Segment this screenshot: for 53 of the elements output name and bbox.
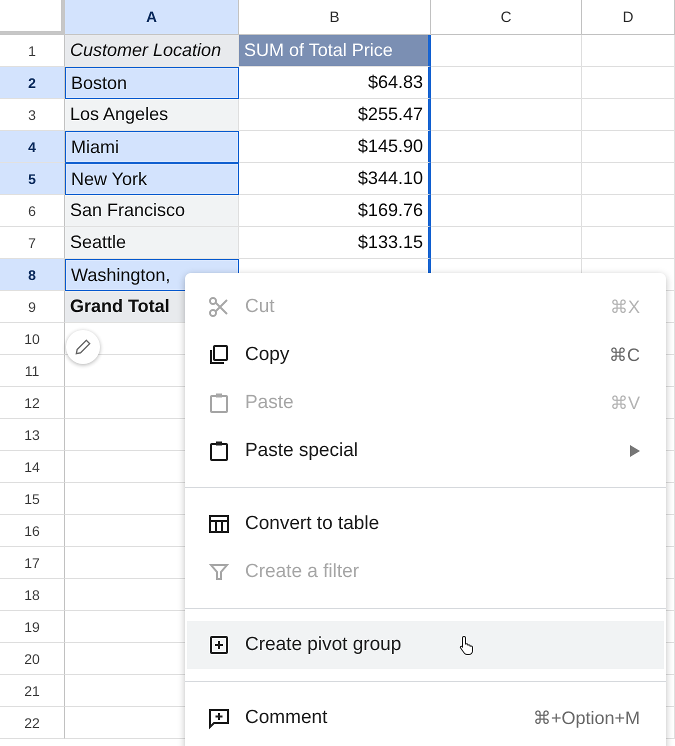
row-header[interactable]: 18: [0, 579, 65, 611]
table-cell: Miami: [65, 131, 239, 163]
row-header[interactable]: 4: [0, 131, 65, 163]
table-cell: $169.76: [239, 195, 431, 227]
row-header[interactable]: 14: [0, 451, 65, 483]
menu-item[interactable]: Convert to table: [187, 500, 664, 548]
menu-item[interactable]: Paste special: [187, 427, 664, 475]
table-icon: [207, 512, 231, 536]
table-cell: $133.15: [239, 227, 431, 259]
table-cell: Customer Location: [65, 35, 239, 67]
column-header[interactable]: A: [65, 0, 239, 35]
hand-cursor-icon: [459, 635, 475, 655]
table-cell: $64.83: [239, 67, 431, 99]
menu-item[interactable]: Copy ⌘C: [187, 331, 664, 379]
row-header[interactable]: 11: [0, 355, 65, 387]
column-header[interactable]: C: [431, 0, 582, 35]
row-header[interactable]: 9: [0, 291, 65, 323]
pencil-icon: [73, 337, 93, 357]
table-cell: $145.90: [239, 131, 431, 163]
table-cell: SUM of Total Price: [239, 35, 431, 67]
row-header[interactable]: 6: [0, 195, 65, 227]
row-header[interactable]: 15: [0, 483, 65, 515]
row-header[interactable]: 20: [0, 643, 65, 675]
table-cell: Boston: [65, 67, 239, 99]
column-header[interactable]: D: [582, 0, 675, 35]
plus-box-icon: [207, 633, 231, 657]
menu-item[interactable]: Comment ⌘+Option+M: [187, 694, 664, 742]
row-header[interactable]: 17: [0, 547, 65, 579]
menu-item[interactable]: Create pivot group: [187, 621, 664, 669]
row-header[interactable]: 8: [0, 259, 65, 291]
row-header[interactable]: 22: [0, 707, 65, 739]
copy-icon: [207, 343, 231, 367]
row-header[interactable]: 13: [0, 419, 65, 451]
row-header[interactable]: 7: [0, 227, 65, 259]
clipboard-icon: [207, 391, 231, 415]
edit-button[interactable]: [66, 330, 100, 364]
row-header[interactable]: 16: [0, 515, 65, 547]
comment-icon: [207, 706, 231, 730]
row-header[interactable]: 10: [0, 323, 65, 355]
table-cell: Los Angeles: [65, 99, 239, 131]
table-cell: Seattle: [65, 227, 239, 259]
table-cell: $255.47: [239, 99, 431, 131]
row-header[interactable]: 12: [0, 387, 65, 419]
row-header[interactable]: 21: [0, 675, 65, 707]
row-header[interactable]: 3: [0, 99, 65, 131]
table-cell: $344.10: [239, 163, 431, 195]
clipboard-icon: [207, 439, 231, 463]
table-cell: New York: [65, 163, 239, 195]
row-header[interactable]: 19: [0, 611, 65, 643]
table-cell: San Francisco: [65, 195, 239, 227]
row-header[interactable]: 1: [0, 35, 65, 67]
row-header[interactable]: 2: [0, 67, 65, 99]
row-header[interactable]: 5: [0, 163, 65, 195]
